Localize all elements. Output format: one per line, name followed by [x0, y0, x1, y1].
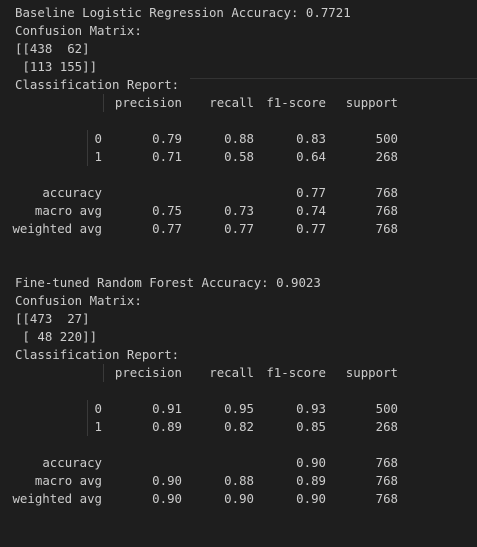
model-accuracy-line: Fine-tuned Random Forest Accuracy: 0.902… [15, 275, 321, 290]
precision-value: 0.90 [152, 473, 182, 488]
classification-report-title: Classification Report: [15, 77, 180, 92]
support-value: 768 [375, 221, 398, 236]
header-precision: precision [114, 95, 182, 110]
support-value: 768 [375, 185, 398, 200]
row-label: accuracy [42, 185, 102, 200]
confusion-matrix-row: [[438 62] [15, 41, 90, 56]
header-precision: precision [114, 365, 182, 380]
confusion-matrix-title: Confusion Matrix: [15, 23, 142, 38]
row-label: macro avg [34, 473, 102, 488]
header-support: support [345, 365, 398, 380]
header-recall: recall [209, 95, 254, 110]
recall-value: 0.95 [224, 401, 254, 416]
header-recall: recall [209, 365, 254, 380]
support-value: 500 [375, 401, 398, 416]
precision-value: 0.79 [152, 131, 182, 146]
row-label: 1 [94, 419, 102, 434]
f1-value: 0.74 [296, 203, 326, 218]
f1-value: 0.77 [296, 185, 326, 200]
f1-value: 0.83 [296, 131, 326, 146]
f1-value: 0.77 [296, 221, 326, 236]
row-label: 0 [94, 131, 102, 146]
precision-value: 0.77 [152, 221, 182, 236]
classification-report-title: Classification Report: [15, 347, 180, 362]
header-f1-score: f1-score [266, 365, 326, 380]
divider [190, 78, 477, 79]
row-label: 1 [94, 149, 102, 164]
row-label: 0 [94, 401, 102, 416]
confusion-matrix-row: [113 155]] [15, 59, 98, 74]
model-accuracy-line: Baseline Logistic Regression Accuracy: 0… [15, 5, 351, 20]
precision-value: 0.91 [152, 401, 182, 416]
precision-value: 0.75 [152, 203, 182, 218]
support-value: 768 [375, 491, 398, 506]
recall-value: 0.88 [224, 131, 254, 146]
f1-value: 0.90 [296, 491, 326, 506]
header-f1-score: f1-score [266, 95, 326, 110]
confusion-matrix-title: Confusion Matrix: [15, 293, 142, 308]
support-value: 768 [375, 455, 398, 470]
precision-value: 0.90 [152, 491, 182, 506]
f1-value: 0.89 [296, 473, 326, 488]
recall-value: 0.90 [224, 491, 254, 506]
precision-value: 0.71 [152, 149, 182, 164]
row-label: accuracy [42, 455, 102, 470]
support-value: 500 [375, 131, 398, 146]
f1-value: 0.90 [296, 455, 326, 470]
terminal-output: Baseline Logistic Regression Accuracy: 0… [0, 0, 477, 547]
recall-value: 0.88 [224, 473, 254, 488]
support-value: 768 [375, 473, 398, 488]
row-label: weighted avg [12, 491, 102, 506]
header-support: support [345, 95, 398, 110]
row-label: macro avg [34, 203, 102, 218]
recall-value: 0.58 [224, 149, 254, 164]
recall-value: 0.77 [224, 221, 254, 236]
row-label: weighted avg [12, 221, 102, 236]
confusion-matrix-row: [[473 27] [15, 311, 90, 326]
support-value: 268 [375, 149, 398, 164]
recall-value: 0.82 [224, 419, 254, 434]
f1-value: 0.64 [296, 149, 326, 164]
precision-value: 0.89 [152, 419, 182, 434]
f1-value: 0.93 [296, 401, 326, 416]
support-value: 768 [375, 203, 398, 218]
confusion-matrix-row: [ 48 220]] [15, 329, 98, 344]
support-value: 268 [375, 419, 398, 434]
f1-value: 0.85 [296, 419, 326, 434]
recall-value: 0.73 [224, 203, 254, 218]
